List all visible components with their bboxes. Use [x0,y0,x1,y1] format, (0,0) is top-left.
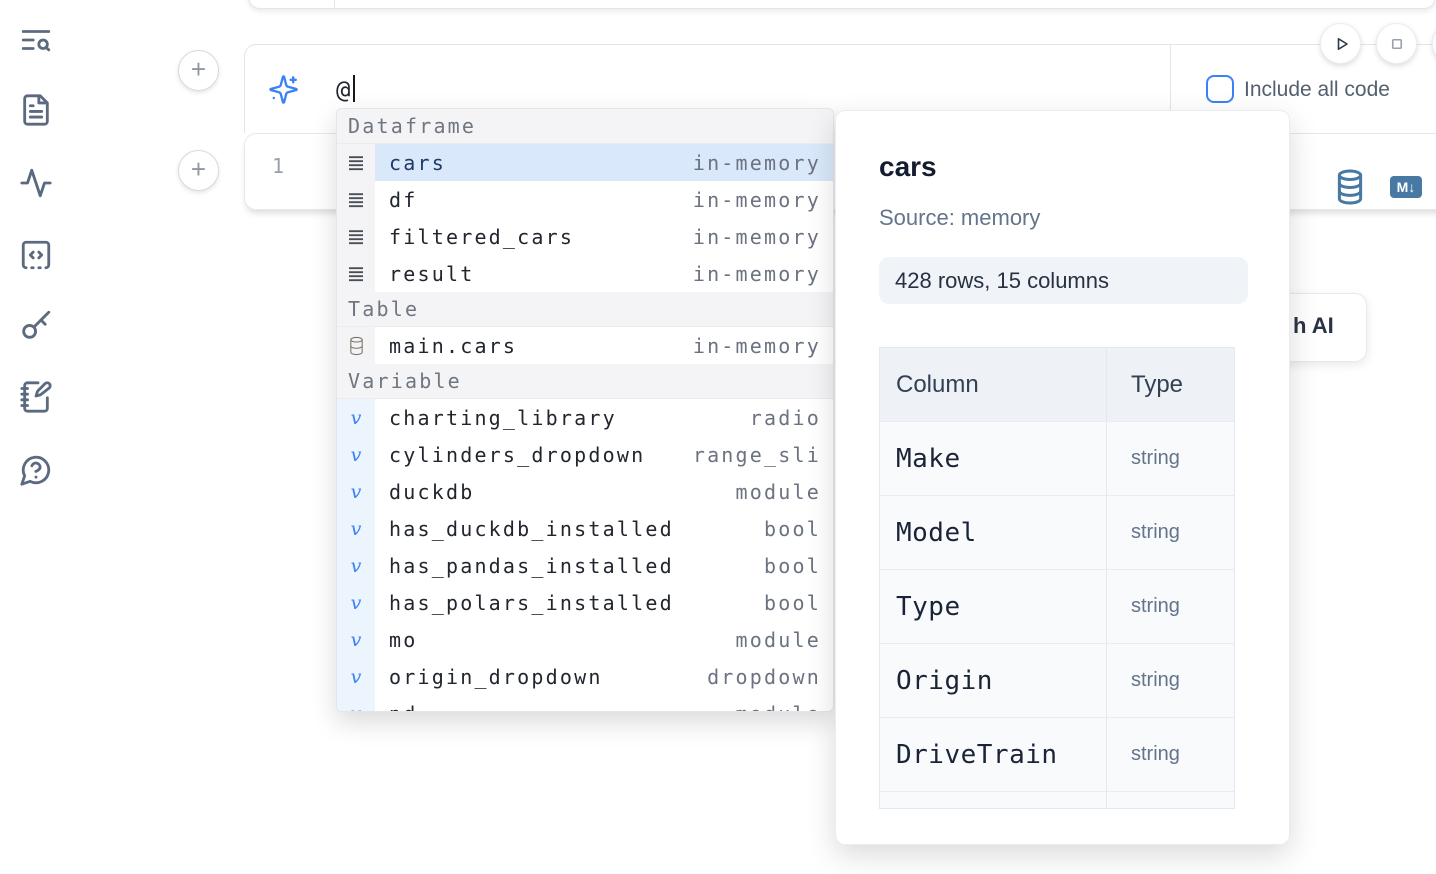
item-name: has_duckdb_installed [375,517,674,541]
dataframe-rows-icon [337,181,375,218]
tooltip-title: cars [879,151,937,183]
autocomplete-item-has-polars-installed[interactable]: v has_polars_installed bool [337,584,833,621]
key-icon[interactable] [19,308,53,342]
variable-icon: v [337,436,375,473]
item-type: in-memory [693,334,833,358]
dataframe-rows-icon [337,144,375,181]
type-header: Type [1106,348,1234,421]
help-chat-icon[interactable] [19,453,53,487]
schema-row-drivetrain: DriveTrain string [880,717,1234,791]
item-name: pd [375,702,417,713]
autocomplete-item-filtered-cars[interactable]: filtered_cars in-memory [337,218,833,255]
variable-icon: v [337,658,375,695]
variable-icon: v [337,399,375,436]
item-type: bool [764,554,833,578]
shape-badge: 428 rows, 15 columns [879,257,1248,304]
variable-icon: v [337,621,375,658]
column-header: Column [880,348,1106,421]
item-type: in-memory [693,225,833,249]
variable-icon: v [337,510,375,547]
item-type: in-memory [693,188,833,212]
schema-table: Column Type Make string Model string Typ… [879,347,1235,809]
section-header-dataframe: Dataframe [337,109,833,144]
schema-row-type: Type string [880,569,1234,643]
dataframe-rows-icon [337,255,375,292]
table-database-icon [337,327,375,364]
item-type: module [736,480,833,504]
sidebar [0,0,72,874]
stop-button[interactable] [1376,23,1417,64]
autocomplete-item-mo[interactable]: v mo module [337,621,833,658]
markdown-icon[interactable]: M↓ [1390,176,1422,198]
item-name: charting_library [375,406,617,430]
item-type: dropdown [707,665,833,689]
schema-row-model: Model string [880,495,1234,569]
item-type: range_sli [693,443,833,467]
autocomplete-item-has-pandas-installed[interactable]: v has_pandas_installed bool [337,547,833,584]
autocomplete-item-main-cars[interactable]: main.cars in-memory [337,327,833,364]
autocomplete-item-result[interactable]: result in-memory [337,255,833,292]
text-cursor [353,75,355,102]
schema-row-origin: Origin string [880,643,1234,717]
variable-icon: v [337,473,375,510]
line-number: 1 [264,154,292,178]
item-name: df [375,188,417,212]
schema-row-make: Make string [880,421,1234,495]
item-name: origin_dropdown [375,665,603,689]
file-text-icon[interactable] [19,93,53,127]
autocomplete-item-pd[interactable]: v pd module [337,695,833,712]
dataframe-preview-tooltip: cars Source: memory 428 rows, 15 columns… [835,110,1290,845]
autocomplete-item-charting-library[interactable]: v charting_library radio [337,399,833,436]
item-name: cylinders_dropdown [375,443,645,467]
variable-icon: v [337,584,375,621]
snippets-code-icon[interactable] [19,238,53,272]
include-all-code-checkbox[interactable] [1206,75,1234,103]
add-cell-button-top[interactable]: + [178,50,219,91]
ai-button-label: h AI [1293,313,1334,339]
item-name: has_polars_installed [375,591,674,615]
item-name: main.cars [375,334,517,358]
section-header-variable: Variable [337,364,833,399]
autocomplete-item-cars[interactable]: cars in-memory [337,144,833,181]
sparkles-icon [268,74,299,105]
autocomplete-item-has-duckdb-installed[interactable]: v has_duckdb_installed bool [337,510,833,547]
variable-icon: v [337,695,375,712]
previous-cell-fragment [248,0,1436,9]
variable-icon: v [337,547,375,584]
item-name: cars [375,151,446,175]
item-type: in-memory [693,262,833,286]
item-name: duckdb [375,480,474,504]
item-name: has_pandas_installed [375,554,674,578]
item-name: filtered_cars [375,225,574,249]
notebook-pen-icon[interactable] [19,380,53,414]
item-type: radio [750,406,833,430]
activity-icon[interactable] [19,166,53,200]
autocomplete-item-duckdb[interactable]: v duckdb module [337,473,833,510]
item-type: in-memory [693,151,833,175]
schema-header-row: Column Type [880,348,1234,421]
item-type: bool [764,517,833,541]
dataframe-rows-icon [337,218,375,255]
text-search-icon[interactable] [19,23,53,57]
item-type: bool [764,591,833,615]
item-type: module [736,628,833,652]
run-cell-button[interactable] [1320,23,1361,64]
autocomplete-item-origin-dropdown[interactable]: v origin_dropdown dropdown [337,658,833,695]
database-icon[interactable] [1335,168,1365,206]
ai-prompt-input[interactable]: @ [336,76,350,104]
add-cell-button-bottom[interactable]: + [178,150,219,191]
tooltip-source: Source: memory [879,205,1040,231]
item-type: module [736,702,833,713]
item-name: result [375,262,474,286]
autocomplete-dropdown[interactable]: Dataframe cars in-memory df in-memory fi… [336,108,834,712]
item-name: mo [375,628,417,652]
section-header-table: Table [337,292,833,327]
include-all-code-label: Include all code [1244,78,1390,102]
autocomplete-item-cylinders-dropdown[interactable]: v cylinders_dropdown range_sli [337,436,833,473]
schema-row-partial [880,791,1234,809]
autocomplete-item-df[interactable]: df in-memory [337,181,833,218]
previous-cell-gutter-divider [334,0,335,9]
